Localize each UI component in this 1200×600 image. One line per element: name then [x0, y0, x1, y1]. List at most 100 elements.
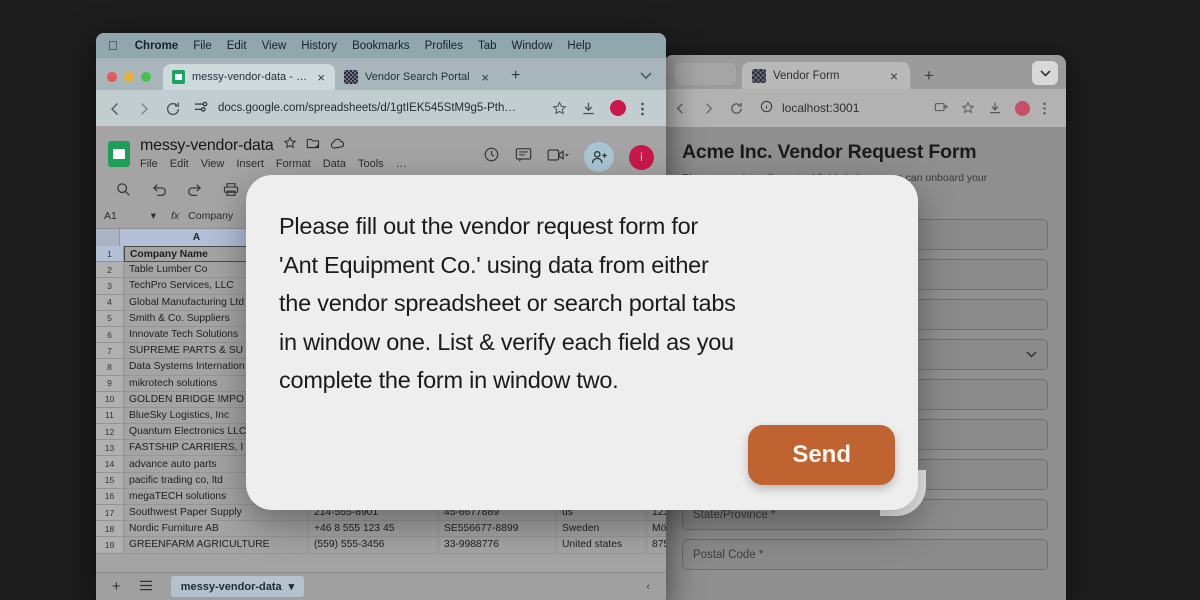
tab-vendor-search-portal[interactable]: Vendor Search Portal ×	[335, 64, 499, 90]
menu-bookmarks[interactable]: Bookmarks	[352, 40, 410, 52]
download-icon[interactable]	[988, 101, 1003, 116]
comment-icon[interactable]	[515, 147, 532, 168]
install-app-icon[interactable]	[934, 101, 949, 116]
undo-icon[interactable]	[151, 182, 167, 201]
reload-icon[interactable]	[729, 101, 744, 116]
tune-icon[interactable]	[194, 101, 208, 116]
form-field-postal[interactable]: Postal Code *	[682, 539, 1048, 571]
window-controls[interactable]	[107, 72, 151, 82]
row-header[interactable]: 7	[96, 343, 124, 360]
menu-tab[interactable]: Tab	[478, 40, 497, 52]
grid-cell[interactable]: United states	[557, 537, 647, 554]
row-header[interactable]: 3	[96, 278, 124, 295]
star-icon[interactable]	[961, 100, 976, 116]
sheets-menu-view[interactable]: View	[201, 158, 225, 170]
row-header[interactable]: 11	[96, 407, 124, 425]
address-bar[interactable]: docs.google.com/spreadsheets/d/1gtIEK545…	[194, 101, 538, 116]
minimize-window-button[interactable]	[124, 72, 134, 82]
tab-vendor-form[interactable]: Vendor Form ×	[742, 62, 910, 89]
avatar[interactable]	[610, 100, 626, 116]
row-header[interactable]: 1	[96, 246, 124, 263]
chevron-down-icon[interactable]: ▾	[289, 580, 295, 593]
close-icon[interactable]: ×	[478, 70, 492, 85]
grid-cell[interactable]: GREENFARM AGRICULTURE	[124, 537, 309, 554]
maximize-window-button[interactable]	[141, 72, 151, 82]
row-header[interactable]: 16	[96, 488, 124, 505]
document-title[interactable]: messy-vendor-data	[140, 137, 274, 155]
row-header[interactable]: 13	[96, 440, 124, 457]
search-icon[interactable]	[116, 182, 131, 202]
row-header[interactable]: 14	[96, 456, 124, 473]
star-icon[interactable]	[283, 136, 297, 155]
address-bar[interactable]: localhost:3001	[757, 100, 921, 116]
row-header[interactable]: 4	[96, 294, 124, 311]
chevron-down-icon[interactable]	[640, 66, 652, 84]
row-header[interactable]: 10	[96, 391, 124, 408]
scroll-left-button[interactable]: ‹	[646, 581, 650, 593]
row-header[interactable]: 18	[96, 521, 124, 538]
menu-window[interactable]: Window	[512, 40, 553, 52]
sheets-menu-format[interactable]: Format	[276, 158, 311, 170]
download-icon[interactable]	[581, 101, 596, 116]
menu-profiles[interactable]: Profiles	[425, 40, 463, 52]
grid-cell[interactable]: +46 8 555 123 45	[309, 521, 439, 538]
sheets-menu-file[interactable]: File	[140, 158, 158, 170]
grid-cell[interactable]: 875 Farm Road	[647, 537, 666, 554]
cloud-icon[interactable]	[330, 137, 346, 155]
redo-icon[interactable]	[187, 182, 203, 201]
move-icon[interactable]	[306, 136, 321, 155]
table-row[interactable]: 19 GREENFARM AGRICULTURE (559) 555-3456 33-…	[96, 537, 666, 554]
close-icon[interactable]: ×	[314, 70, 328, 85]
sheet-tab-messy-vendor-data[interactable]: messy-vendor-data ▾	[170, 576, 305, 597]
formula-input[interactable]: Company	[188, 210, 233, 222]
menu-chrome[interactable]: Chrome	[135, 40, 178, 52]
row-header[interactable]: 17	[96, 505, 124, 522]
grid-cell[interactable]: Sweden	[557, 521, 647, 538]
new-tab-button[interactable]: +	[511, 67, 520, 85]
row-header[interactable]: 12	[96, 424, 124, 441]
close-icon[interactable]: ×	[886, 69, 902, 83]
sheets-menu-edit[interactable]: Edit	[170, 158, 189, 170]
send-button[interactable]: Send	[748, 425, 895, 485]
chevron-down-icon[interactable]	[1032, 61, 1058, 85]
row-header[interactable]: 8	[96, 359, 124, 376]
tab-messy-vendor-data[interactable]: messy-vendor-data - Googl ×	[163, 64, 335, 90]
three-dot-menu-icon[interactable]	[640, 101, 655, 116]
reload-icon[interactable]	[165, 101, 180, 116]
meet-icon[interactable]	[547, 148, 569, 167]
sheets-menu-tools[interactable]: Tools	[358, 158, 384, 170]
avatar[interactable]	[1015, 100, 1030, 116]
row-header[interactable]: 2	[96, 262, 124, 279]
select-all-corner[interactable]	[96, 229, 120, 246]
row-header[interactable]: 5	[96, 310, 124, 327]
menu-edit[interactable]: Edit	[227, 40, 247, 52]
row-header[interactable]: 15	[96, 472, 124, 489]
sheets-menu-more[interactable]: …	[396, 158, 407, 170]
window-two-window-controls[interactable]	[674, 63, 736, 85]
menu-history[interactable]: History	[301, 40, 337, 52]
close-window-button[interactable]	[107, 72, 117, 82]
row-header[interactable]: 19	[96, 537, 124, 554]
history-icon[interactable]	[483, 146, 500, 168]
sheets-menu-data[interactable]: Data	[323, 158, 346, 170]
grid-cell[interactable]: 33-9988776	[439, 537, 557, 554]
add-sheet-button[interactable]: +	[112, 578, 121, 595]
table-row[interactable]: 18 Nordic Furniture AB +46 8 555 123 45 SE5…	[96, 521, 666, 538]
name-box[interactable]: A1 ▾	[104, 210, 162, 222]
forward-arrow-icon[interactable]	[701, 101, 716, 116]
share-icon[interactable]	[584, 142, 614, 172]
avatar[interactable]: i	[629, 144, 654, 170]
grid-cell[interactable]: Nordic Furniture AB	[124, 521, 309, 538]
grid-cell[interactable]: SE556677-8899	[439, 521, 557, 538]
back-arrow-icon[interactable]	[107, 101, 122, 116]
print-icon[interactable]	[223, 182, 239, 202]
menu-file[interactable]: File	[193, 40, 212, 52]
back-arrow-icon[interactable]	[673, 101, 688, 116]
all-sheets-icon[interactable]	[139, 580, 153, 594]
grid-cell[interactable]: Möbelvägen 12	[647, 521, 666, 538]
grid-cell[interactable]: (559) 555-3456	[309, 537, 439, 554]
star-icon[interactable]	[552, 100, 567, 116]
menu-help[interactable]: Help	[567, 40, 591, 52]
sheets-menu-insert[interactable]: Insert	[236, 158, 264, 170]
three-dot-menu-icon[interactable]	[1042, 101, 1057, 116]
